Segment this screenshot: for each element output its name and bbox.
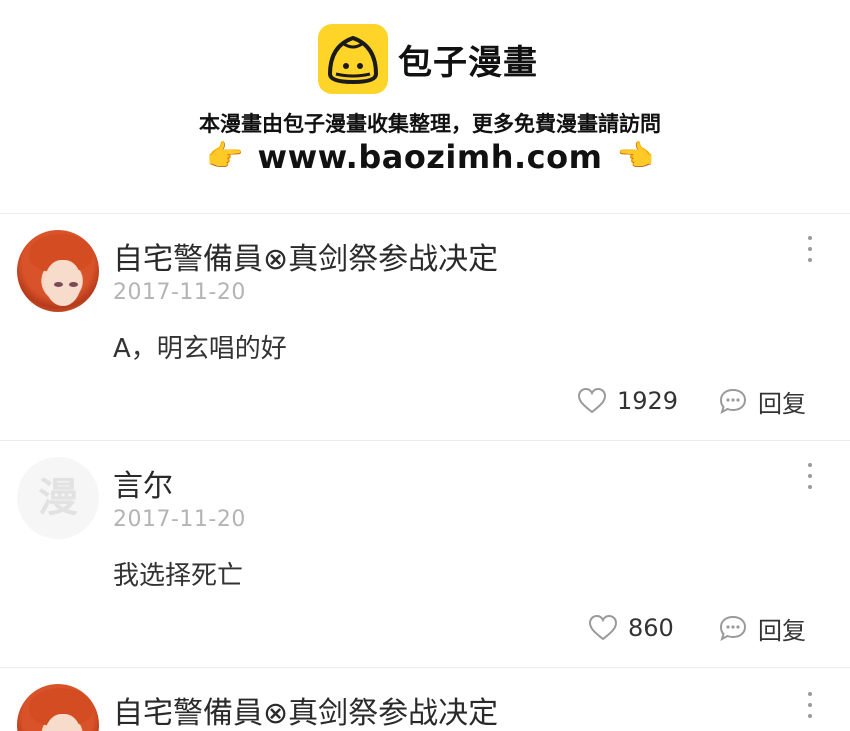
site-url-row: 👉 www.baozimh.com 👈 xyxy=(0,138,850,176)
more-options-icon[interactable] xyxy=(800,692,820,728)
tagline: 本漫畫由包子漫畫收集整理，更多免費漫畫請訪問 xyxy=(199,112,661,136)
reply-button[interactable]: 回复 xyxy=(718,384,806,418)
comment-item: 自宅警備員⊗真剑祭参战决定 xyxy=(0,668,850,731)
comment-text: A，明玄唱的好 xyxy=(113,334,287,364)
chat-bubble-icon xyxy=(719,615,747,642)
chat-bubble-icon xyxy=(719,388,747,415)
like-count: 860 xyxy=(628,614,674,642)
comment-username[interactable]: 自宅警備員⊗真剑祭参战决定 xyxy=(113,234,498,278)
reply-button[interactable]: 回复 xyxy=(718,611,806,645)
pointing-left-hand-icon: 👈 xyxy=(616,139,654,174)
bun-logo-icon xyxy=(318,24,388,94)
heart-icon xyxy=(588,614,618,641)
reply-label: 回复 xyxy=(758,389,806,418)
brand-name: 包子漫畫 xyxy=(398,42,538,83)
comment-date: 2017-11-20 xyxy=(113,507,246,532)
comment-username[interactable]: 言尔 xyxy=(113,461,173,505)
comment-username[interactable]: 自宅警備員⊗真剑祭参战决定 xyxy=(113,688,498,731)
pointing-right-hand-icon: 👉 xyxy=(206,139,244,174)
like-button[interactable]: 860 xyxy=(588,611,674,645)
comment-text: 我选择死亡 xyxy=(113,561,244,591)
like-button[interactable]: 1929 xyxy=(577,384,678,418)
more-options-icon[interactable] xyxy=(800,236,820,272)
brand-logo[interactable]: 包子漫畫 xyxy=(318,24,538,94)
heart-icon xyxy=(577,387,607,414)
more-options-icon[interactable] xyxy=(800,463,820,499)
comment-item: 漫 言尔 2017-11-20 我选择死亡 860 回复 xyxy=(0,441,850,667)
comment-date: 2017-11-20 xyxy=(113,280,246,305)
default-avatar-glyph: 漫 xyxy=(38,475,78,521)
watermark-header: 包子漫畫 本漫畫由包子漫畫收集整理，更多免費漫畫請訪問 👉 www.baozim… xyxy=(0,0,850,212)
reply-label: 回复 xyxy=(758,616,806,645)
user-avatar[interactable] xyxy=(17,684,99,731)
site-url-link[interactable]: www.baozimh.com xyxy=(258,138,603,176)
user-avatar[interactable] xyxy=(17,230,99,312)
like-count: 1929 xyxy=(617,387,679,415)
comment-item: 自宅警備員⊗真剑祭参战决定 2017-11-20 A，明玄唱的好 1929 回复 xyxy=(0,214,850,440)
user-avatar[interactable]: 漫 xyxy=(17,457,99,539)
